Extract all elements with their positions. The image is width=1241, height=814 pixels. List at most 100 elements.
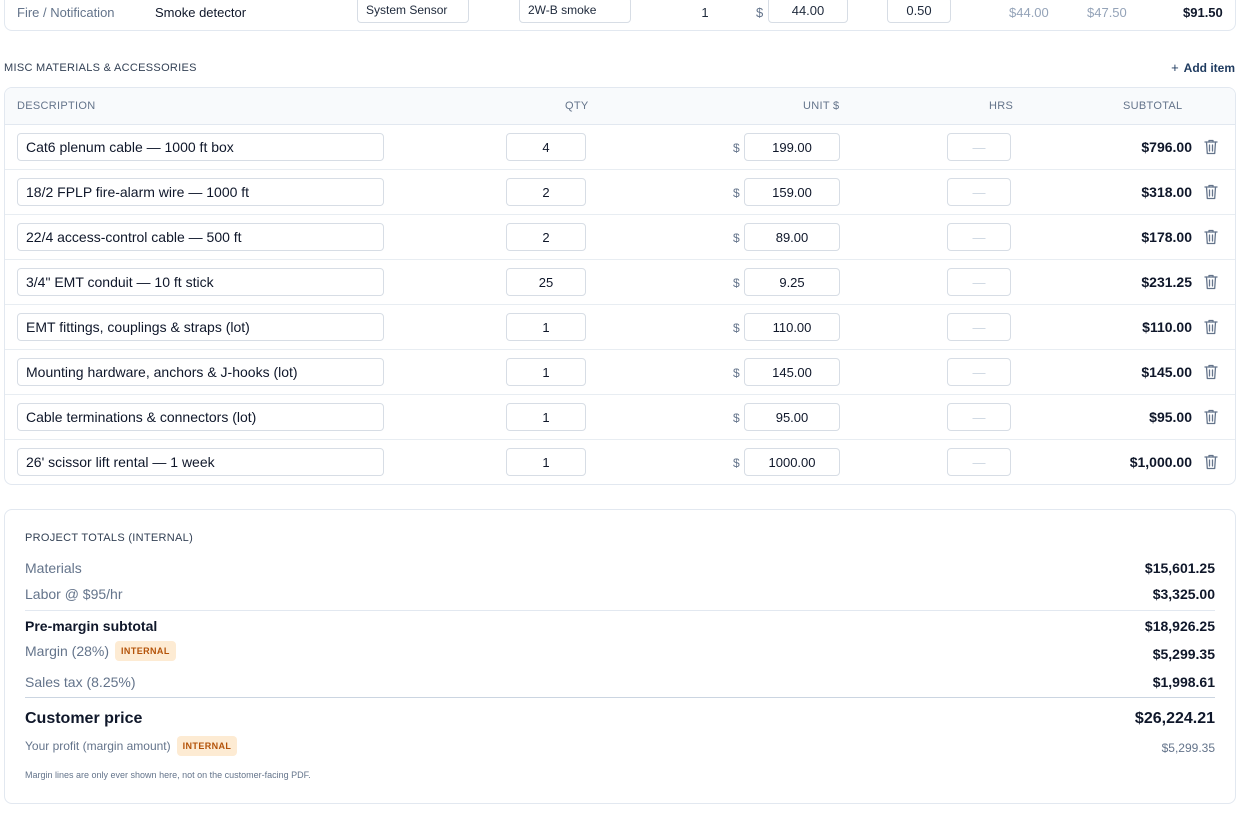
hours-field[interactable]: 0.50 [887, 0, 951, 23]
table-row: 22/4 access-control cable — 500 ft 2 $89.0… [5, 215, 1235, 260]
qty-input[interactable]: 25 [506, 268, 586, 296]
row-subtotal: $231.25 [1141, 274, 1192, 290]
trash-icon[interactable] [1203, 273, 1219, 291]
manufacturer-field[interactable]: System Sensor [357, 0, 469, 23]
currency-symbol: $ [733, 186, 740, 200]
column-header-qty: QTY [565, 100, 589, 112]
unit-price-input[interactable]: 159.00 [744, 178, 840, 206]
qty-input[interactable]: 2 [506, 178, 586, 206]
margin-label: Margin (28%) [25, 643, 110, 659]
hours-input[interactable]: — [947, 133, 1011, 161]
margin-value: $5,299.35 [1152, 646, 1215, 662]
hours-input[interactable]: — [947, 448, 1011, 476]
table-row: Mounting hardware, anchors & J-hooks (lo… [5, 350, 1235, 395]
currency-symbol: $ [733, 366, 740, 380]
description-input[interactable]: EMT fittings, couplings & straps (lot) [17, 313, 384, 341]
unit-price-field[interactable]: 44.00 [768, 0, 848, 23]
description-input[interactable]: Cat6 plenum cable — 1000 ft box [17, 133, 384, 161]
qty-input[interactable]: 1 [506, 358, 586, 386]
description-input[interactable]: 26' scissor lift rental — 1 week [17, 448, 384, 476]
table-header: DESCRIPTION QTY UNIT $ HRS SUBTOTAL [5, 88, 1235, 125]
hours-input[interactable]: — [947, 223, 1011, 251]
internal-badge: INTERNAL [115, 641, 176, 661]
plus-icon: + [1171, 60, 1179, 75]
unit-price-input[interactable]: 1000.00 [744, 448, 840, 476]
profit-label: Your profit (margin amount) [25, 739, 171, 753]
unit-price-input[interactable]: 110.00 [744, 313, 840, 341]
row-subtotal: $110.00 [1142, 319, 1192, 335]
footnote: Margin lines are only ever shown here, n… [25, 770, 311, 780]
qty-input[interactable]: 2 [506, 223, 586, 251]
divider [25, 610, 1215, 611]
column-header-description: DESCRIPTION [17, 100, 96, 112]
hours-input[interactable]: — [947, 178, 1011, 206]
premargin-label: Pre-margin subtotal [25, 618, 158, 634]
description-input[interactable]: Cable terminations & connectors (lot) [17, 403, 384, 431]
qty-input[interactable]: 1 [506, 313, 586, 341]
description-input[interactable]: Mounting hardware, anchors & J-hooks (lo… [17, 358, 384, 386]
totals-title: PROJECT TOTALS (INTERNAL) [25, 532, 194, 544]
description-input[interactable]: 3/4" EMT conduit — 10 ft stick [17, 268, 384, 296]
model-field[interactable]: 2W-B smoke [519, 0, 631, 23]
table-row: 3/4" EMT conduit — 10 ft stick 25 $9.25 — $2… [5, 260, 1235, 305]
materials-value: $15,601.25 [1144, 560, 1215, 576]
hours-input[interactable]: — [947, 268, 1011, 296]
trash-icon[interactable] [1203, 408, 1219, 426]
premargin-value: $18,926.25 [1144, 618, 1215, 634]
table-row: EMT fittings, couplings & straps (lot) 1 $… [5, 305, 1235, 350]
add-item-button[interactable]: + Add item [1171, 60, 1235, 75]
margin-row: Margin (28%) INTERNAL [25, 641, 176, 661]
qty-input[interactable]: 4 [506, 133, 586, 161]
labor-label: Labor @ $95/hr [25, 586, 123, 602]
row-subtotal: $318.00 [1141, 184, 1192, 200]
ext-material-value: $44.00 [1009, 4, 1049, 20]
qty-input[interactable]: 1 [506, 448, 586, 476]
profit-value: $5,299.35 [1161, 741, 1215, 755]
currency-symbol: $ [733, 411, 740, 425]
row-subtotal: $91.50 [1183, 4, 1223, 20]
ext-labor-value: $47.50 [1087, 4, 1127, 20]
hours-input[interactable]: — [947, 313, 1011, 341]
row-subtotal: $178.00 [1141, 229, 1192, 245]
hours-input[interactable]: — [947, 358, 1011, 386]
row-subtotal: $1,000.00 [1129, 454, 1192, 470]
tax-label: Sales tax (8.25%) [25, 674, 136, 690]
qty-value: 1 [701, 4, 709, 20]
unit-price-input[interactable]: 95.00 [744, 403, 840, 431]
trash-icon[interactable] [1203, 183, 1219, 201]
column-header-unit: UNIT $ [803, 100, 840, 112]
trash-icon[interactable] [1203, 228, 1219, 246]
currency-symbol: $ [733, 276, 740, 290]
add-item-label: Add item [1183, 60, 1235, 75]
unit-price-input[interactable]: 145.00 [744, 358, 840, 386]
unit-price-input[interactable]: 199.00 [744, 133, 840, 161]
trash-icon[interactable] [1203, 453, 1219, 471]
equipment-row: Fire / Notification Smoke detector Syste… [4, 0, 1236, 31]
labor-value: $3,325.00 [1152, 586, 1215, 602]
hours-input[interactable]: — [947, 403, 1011, 431]
currency-symbol: $ [733, 231, 740, 245]
tax-value: $1,998.61 [1152, 674, 1215, 690]
qty-input[interactable]: 1 [506, 403, 586, 431]
internal-badge: INTERNAL [176, 736, 238, 756]
currency-symbol: $ [733, 321, 740, 335]
currency-symbol: $ [733, 456, 740, 470]
trash-icon[interactable] [1203, 318, 1219, 336]
unit-price-input[interactable]: 9.25 [744, 268, 840, 296]
description-input[interactable]: 18/2 FPLP fire-alarm wire — 1000 ft [17, 178, 384, 206]
customer-price-value: $26,224.21 [1134, 710, 1215, 727]
row-subtotal: $796.00 [1141, 139, 1192, 155]
trash-icon[interactable] [1203, 138, 1219, 156]
table-row: 18/2 FPLP fire-alarm wire — 1000 ft 2 $159… [5, 170, 1235, 215]
section-title: MISC MATERIALS & ACCESSORIES [4, 62, 197, 74]
currency-symbol: $ [733, 141, 740, 155]
project-totals-card: PROJECT TOTALS (INTERNAL) Materials $15,… [4, 509, 1236, 804]
unit-price-input[interactable]: 89.00 [744, 223, 840, 251]
trash-icon[interactable] [1203, 363, 1219, 381]
description-input[interactable]: 22/4 access-control cable — 500 ft [17, 223, 384, 251]
table-row: Cable terminations & connectors (lot) 1 $9… [5, 395, 1235, 440]
misc-materials-table: DESCRIPTION QTY UNIT $ HRS SUBTOTAL Cat6… [4, 87, 1236, 485]
row-name: Smoke detector [155, 4, 247, 20]
row-category: Fire / Notification [17, 4, 115, 20]
row-subtotal: $95.00 [1149, 409, 1192, 425]
